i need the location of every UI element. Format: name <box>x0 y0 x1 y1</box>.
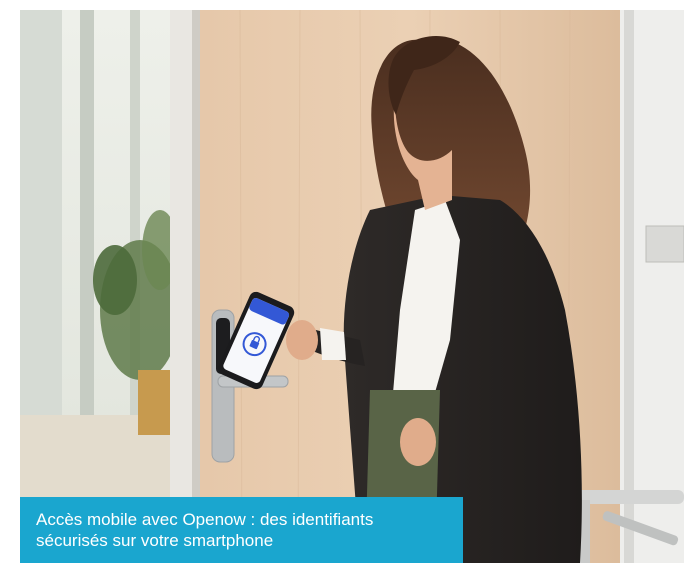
caption-line-1: Accès mobile avec Openow : des identifia… <box>36 510 374 529</box>
photo-caption: Accès mobile avec Openow : des identifia… <box>20 497 463 563</box>
hero-photo <box>20 10 684 563</box>
caption-line-2: sécurisés sur votre smartphone <box>36 531 274 550</box>
